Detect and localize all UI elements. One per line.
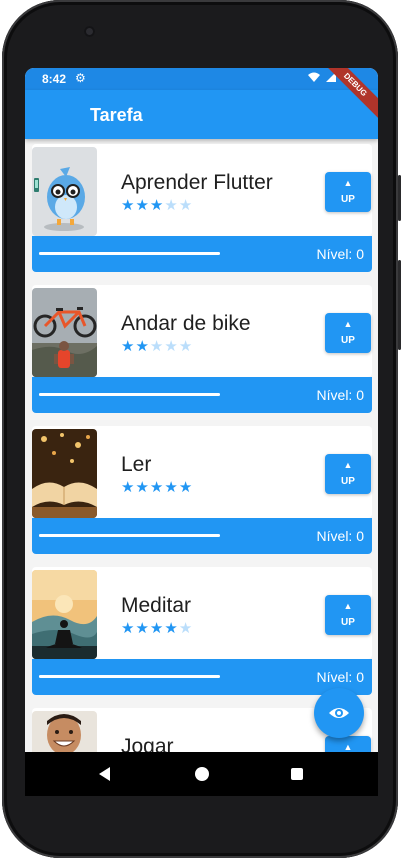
app-bar: Tarefa	[25, 90, 378, 139]
task-card: Ler ★★★★★ ▲ UP Nível: 0	[32, 426, 372, 557]
task-title: Meditar	[121, 594, 192, 617]
task-card-footer: Nível: 0	[32, 236, 372, 272]
arrow-up-icon: ▲	[343, 460, 353, 470]
level-up-button[interactable]: ▲ UP	[325, 595, 371, 635]
task-card-header: Meditar ★★★★★ ▲ UP	[32, 567, 372, 659]
arrow-up-icon: ▲	[343, 742, 353, 752]
star-icon: ★	[178, 479, 194, 496]
home-icon[interactable]	[195, 767, 209, 781]
up-button-label: UP	[341, 617, 355, 628]
level-text: Nível: 0	[316, 528, 364, 544]
arrow-up-icon: ▲	[343, 319, 353, 329]
status-bar: 8:42 ⚙	[25, 68, 378, 90]
task-title: Andar de bike	[121, 312, 251, 335]
front-camera	[84, 26, 95, 37]
difficulty-stars: ★★★★★	[121, 478, 193, 496]
task-card-header: Ler ★★★★★ ▲ UP	[32, 426, 372, 518]
task-card-header: Andar de bike ★★★★★ ▲ UP	[32, 285, 372, 377]
task-image	[32, 711, 97, 752]
level-up-button[interactable]: ▲ UP	[325, 454, 371, 494]
star-icon: ★	[121, 197, 136, 214]
progress-fill	[39, 675, 220, 678]
level-text: Nível: 0	[316, 387, 364, 403]
level-up-button[interactable]: ▲ UP	[325, 172, 371, 212]
level-up-button[interactable]: ▲ UP	[325, 736, 371, 752]
task-image	[32, 147, 97, 236]
star-icon: ★	[121, 620, 136, 637]
view-toggle-button[interactable]	[314, 688, 364, 738]
difficulty-stars: ★★★★★	[121, 337, 193, 355]
star-icon: ★	[149, 338, 165, 355]
system-nav-bar	[25, 752, 378, 796]
progress-bar	[39, 393, 220, 396]
task-image	[32, 288, 97, 377]
progress-fill	[39, 534, 220, 537]
star-icon: ★	[135, 338, 150, 355]
star-icon: ★	[121, 479, 136, 496]
arrow-up-icon: ▲	[343, 601, 353, 611]
star-icon: ★	[149, 197, 165, 214]
task-title: Aprender Flutter	[121, 171, 273, 194]
star-icon: ★	[135, 479, 150, 496]
star-icon: ★	[149, 620, 165, 637]
star-icon: ★	[164, 338, 179, 355]
task-card-header: Aprender Flutter ★★★★★ ▲ UP	[32, 144, 372, 236]
progress-fill	[39, 393, 220, 396]
up-button-label: UP	[341, 194, 355, 205]
wifi-icon	[307, 72, 320, 82]
progress-bar	[39, 534, 220, 537]
difficulty-stars: ★★★★★	[121, 619, 193, 637]
level-text: Nível: 0	[316, 669, 364, 685]
page-title: Tarefa	[90, 105, 143, 125]
app-screen: 8:42 ⚙ Tarefa DEBUG Aprender Flutter ★★★…	[25, 68, 378, 752]
arrow-up-icon: ▲	[343, 178, 353, 188]
task-title: Jogar	[121, 735, 174, 752]
task-card-footer: Nível: 0	[32, 518, 372, 554]
level-text: Nível: 0	[316, 246, 364, 262]
star-icon: ★	[121, 338, 136, 355]
eye-icon	[329, 708, 349, 718]
task-title: Ler	[121, 453, 152, 476]
gear-icon: ⚙	[75, 71, 86, 85]
task-card: Meditar ★★★★★ ▲ UP Nível: 0	[32, 567, 372, 698]
up-button-label: UP	[341, 476, 355, 487]
task-card: Aprender Flutter ★★★★★ ▲ UP Nível: 0	[32, 144, 372, 275]
recent-apps-icon[interactable]	[291, 768, 303, 780]
star-icon: ★	[164, 479, 179, 496]
star-icon: ★	[178, 197, 194, 214]
star-icon: ★	[178, 620, 194, 637]
star-icon: ★	[135, 620, 150, 637]
star-icon: ★	[164, 620, 179, 637]
task-list[interactable]: Aprender Flutter ★★★★★ ▲ UP Nível: 0 And…	[32, 144, 372, 752]
star-icon: ★	[164, 197, 179, 214]
task-card: Andar de bike ★★★★★ ▲ UP Nível: 0	[32, 285, 372, 416]
status-time: 8:42	[42, 72, 67, 86]
progress-bar	[39, 675, 220, 678]
star-icon: ★	[149, 479, 165, 496]
level-up-button[interactable]: ▲ UP	[325, 313, 371, 353]
progress-bar	[39, 252, 220, 255]
progress-fill	[39, 252, 220, 255]
difficulty-stars: ★★★★★	[121, 196, 193, 214]
star-icon: ★	[178, 338, 194, 355]
up-button-label: UP	[341, 335, 355, 346]
star-icon: ★	[135, 197, 150, 214]
back-icon[interactable]	[99, 767, 110, 781]
task-card-footer: Nível: 0	[32, 377, 372, 413]
task-image	[32, 429, 97, 518]
task-image	[32, 570, 97, 659]
